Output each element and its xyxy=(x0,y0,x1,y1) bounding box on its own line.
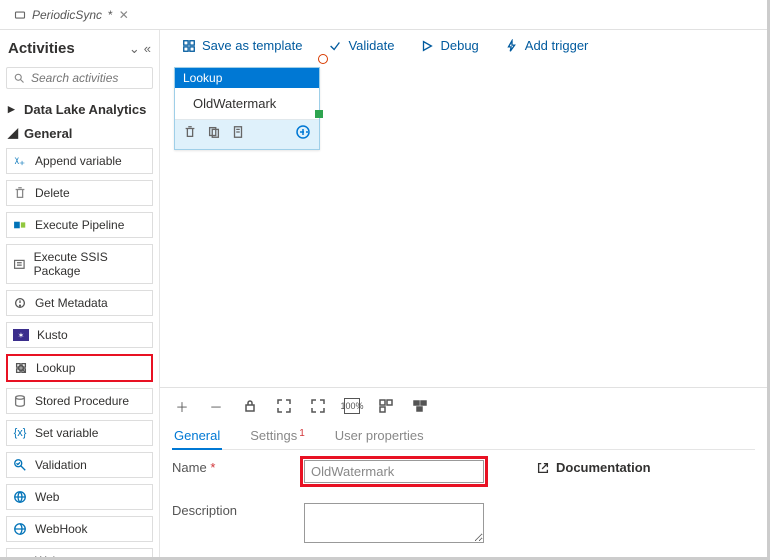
activity-kusto[interactable]: ✶ Kusto xyxy=(6,322,153,348)
close-icon[interactable]: ✕ xyxy=(119,8,129,22)
activity-delete[interactable]: Delete xyxy=(6,180,153,206)
file-tab-periodicsync[interactable]: PeriodicSync * ✕ xyxy=(4,4,139,26)
lock-icon[interactable] xyxy=(242,398,258,414)
activity-execute-ssis-package[interactable]: Execute SSIS Package xyxy=(6,244,153,284)
activity-web[interactable]: Web xyxy=(6,484,153,510)
collapse-panel-icon[interactable]: « xyxy=(144,41,151,57)
name-input[interactable] xyxy=(304,460,484,483)
append-variable-icon: ᵡ₊ xyxy=(13,154,27,168)
delete-node-icon[interactable] xyxy=(183,125,197,142)
tab-general[interactable]: General xyxy=(172,422,222,449)
documentation-link[interactable]: Documentation xyxy=(536,460,651,475)
node-name: OldWatermark xyxy=(193,96,276,111)
activity-set-variable[interactable]: {x} Set variable xyxy=(6,420,153,446)
validation-icon xyxy=(13,458,27,472)
properties-pane: ＋ － 100% General Settings1 User properti… xyxy=(160,387,767,557)
kusto-icon: ✶ xyxy=(13,329,29,341)
category-general[interactable]: ◢ General xyxy=(6,121,153,145)
stored-procedure-icon xyxy=(13,394,27,408)
zoom-in-icon[interactable]: ＋ xyxy=(174,398,190,414)
description-label: Description xyxy=(172,503,292,518)
metadata-icon xyxy=(13,296,27,310)
pipeline-toolbar: Save as template Validate Debug Add trig… xyxy=(160,30,767,61)
activity-validation[interactable]: Validation xyxy=(6,452,153,478)
node-type-label: Lookup xyxy=(175,68,319,88)
add-output-icon[interactable] xyxy=(295,124,311,143)
trigger-icon xyxy=(505,39,519,53)
activities-title: Activities xyxy=(8,40,75,57)
webhook-icon xyxy=(13,522,27,536)
wait-icon xyxy=(13,554,27,557)
search-activities[interactable] xyxy=(6,67,153,89)
execute-ssis-icon xyxy=(13,257,26,271)
set-variable-icon: {x} xyxy=(13,426,27,440)
activities-sidebar: Activities ⌄ « ▸ Data Lake Analytics ◢ G… xyxy=(0,30,160,557)
execute-pipeline-icon xyxy=(13,218,27,232)
zoom-out-icon[interactable]: － xyxy=(208,398,224,414)
add-trigger-button[interactable]: Add trigger xyxy=(505,38,589,53)
file-tabbar: PeriodicSync * ✕ xyxy=(0,0,767,30)
clone-node-icon[interactable] xyxy=(207,125,221,142)
reorder-icon[interactable] xyxy=(412,398,428,414)
expand-all-icon[interactable]: ⌄ xyxy=(129,41,140,57)
layout-icon[interactable] xyxy=(378,398,394,414)
activity-lookup[interactable]: Lookup xyxy=(6,354,153,382)
check-icon xyxy=(328,39,342,53)
canvas-node-lookup[interactable]: Lookup OldWatermark xyxy=(174,67,320,150)
tab-modified-indicator: * xyxy=(108,8,113,22)
chevron-right-icon: ▸ xyxy=(8,101,18,117)
save-template-icon xyxy=(182,39,196,53)
fit-icon[interactable] xyxy=(276,398,292,414)
pipeline-icon xyxy=(14,9,26,21)
tab-settings[interactable]: Settings1 xyxy=(248,422,307,449)
name-label: Name * xyxy=(172,460,292,475)
web-icon xyxy=(13,490,27,504)
save-as-template-button[interactable]: Save as template xyxy=(182,38,302,53)
copy-node-icon[interactable] xyxy=(231,125,245,142)
activity-wait[interactable]: Wait xyxy=(6,548,153,557)
debug-button[interactable]: Debug xyxy=(420,38,478,53)
fullscreen-icon[interactable] xyxy=(310,398,326,414)
validate-button[interactable]: Validate xyxy=(328,38,394,53)
category-data-lake-analytics[interactable]: ▸ Data Lake Analytics xyxy=(6,97,153,121)
lookup-icon xyxy=(14,361,28,375)
activity-execute-pipeline[interactable]: Execute Pipeline xyxy=(6,212,153,238)
tab-user-properties[interactable]: User properties xyxy=(333,422,426,449)
play-icon xyxy=(420,39,434,53)
activity-get-metadata[interactable]: Get Metadata xyxy=(6,290,153,316)
activity-append-variable[interactable]: ᵡ₊ Append variable xyxy=(6,148,153,174)
connection-handle-top[interactable] xyxy=(318,54,328,64)
chevron-down-icon: ◢ xyxy=(8,125,18,141)
search-icon xyxy=(13,72,25,84)
search-input[interactable] xyxy=(31,71,146,85)
activity-webhook[interactable]: WebHook xyxy=(6,516,153,542)
warning-badge: 1 xyxy=(299,428,305,439)
activity-stored-procedure[interactable]: Stored Procedure xyxy=(6,388,153,414)
tab-title: PeriodicSync xyxy=(32,8,102,22)
pipeline-canvas[interactable]: Lookup OldWatermark xyxy=(160,61,767,387)
trash-icon xyxy=(13,186,27,200)
zoom-100-icon[interactable]: 100% xyxy=(344,398,360,414)
description-input[interactable] xyxy=(304,503,484,543)
connection-handle-right[interactable] xyxy=(315,110,323,118)
external-link-icon xyxy=(536,461,550,475)
